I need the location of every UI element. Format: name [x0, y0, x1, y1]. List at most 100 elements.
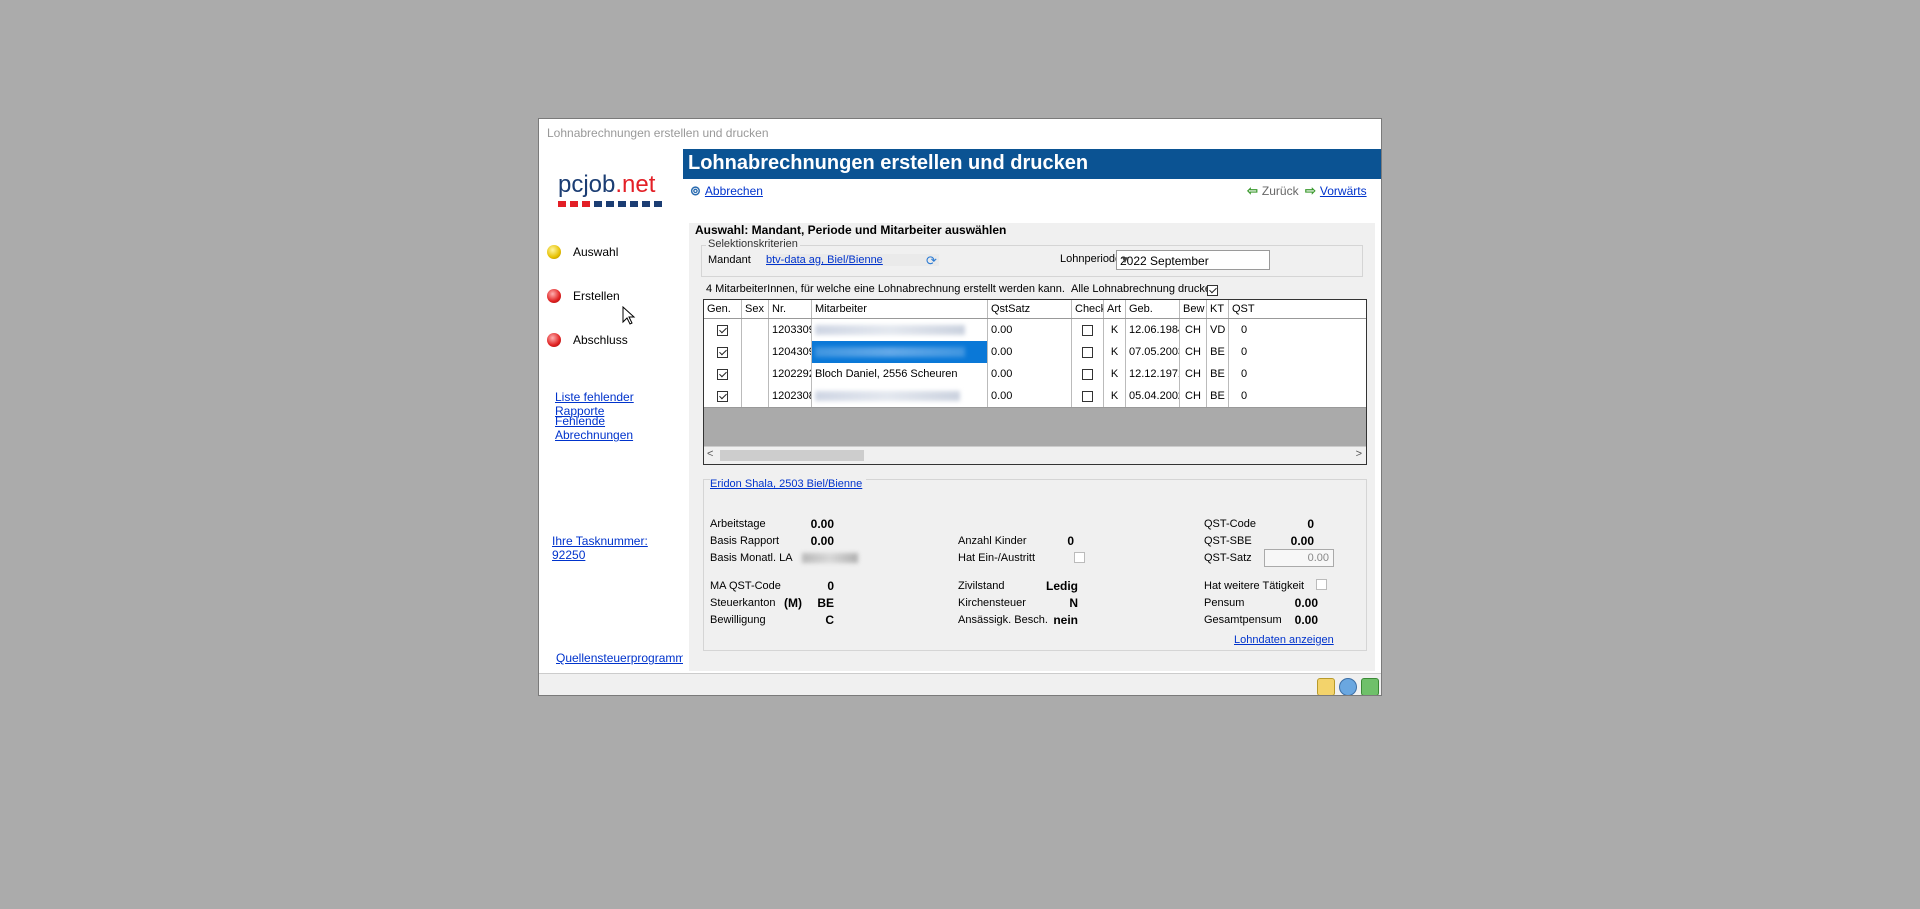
check-cell — [1072, 319, 1104, 341]
scroll-right-icon[interactable]: > — [1356, 448, 1362, 460]
col-header-kt[interactable]: KT — [1207, 300, 1229, 318]
nr-cell: 1202292 — [769, 363, 812, 385]
check-cell — [1072, 341, 1104, 363]
back-label: Zurück — [1261, 184, 1299, 198]
geb-cell: 12.12.1971 — [1126, 363, 1180, 385]
sex-cell — [742, 341, 769, 363]
col-header-bew[interactable]: Bew — [1180, 300, 1207, 318]
page-title: Lohnabrechnungen erstellen und drucken — [688, 152, 1089, 174]
check-checkbox[interactable] — [1082, 368, 1093, 380]
qst-cell: 0 — [1240, 368, 1248, 380]
col-header-check[interactable]: Check — [1072, 300, 1104, 318]
col-header-art[interactable]: Art — [1104, 300, 1126, 318]
check-cell — [1072, 385, 1104, 407]
gen-checkbox[interactable] — [717, 324, 728, 336]
gen-checkbox[interactable] — [717, 390, 728, 402]
step-label: Abschluss — [573, 333, 628, 347]
arbeitstage-value: 0.00 — [810, 517, 834, 531]
table-row[interactable]: 1202292 Bloch Daniel, 2556 Scheuren 0.00… — [704, 363, 1366, 386]
export-icon[interactable] — [1361, 678, 1379, 695]
anzahl-kinder-label: Anzahl Kinder — [958, 535, 1027, 547]
geb-cell: 05.04.2002 — [1126, 385, 1180, 407]
step-label: Erstellen — [573, 289, 620, 303]
missing-payrolls-link[interactable]: Fehlende Abrechnungen — [555, 414, 683, 442]
check-checkbox[interactable] — [1082, 390, 1093, 402]
qstsatz-cell: 0.00 — [988, 385, 1072, 407]
gen-checkbox-cell[interactable] — [704, 385, 742, 407]
scroll-left-icon[interactable]: < — [707, 448, 713, 460]
selection-legend: Selektionskriterien — [706, 238, 800, 250]
ma-qst-code-value: 0 — [827, 579, 834, 593]
kt-cell: BE — [1207, 385, 1229, 407]
check-checkbox[interactable] — [1082, 324, 1093, 336]
art-cell: K — [1104, 363, 1126, 385]
basis-monatl-label: Basis Monatl. LA — [710, 552, 793, 564]
table-row[interactable]: 1203309 0.00 K 12.06.1984 CH VD 0 — [704, 319, 1366, 342]
print-all-checkbox[interactable] — [1207, 285, 1218, 297]
cancel-icon: ⊚ — [690, 183, 701, 198]
user-icon[interactable] — [1339, 678, 1357, 695]
horizontal-scrollbar[interactable]: < > — [704, 446, 1366, 464]
period-label: Lohnperiode — [1060, 253, 1122, 265]
col-header-nr[interactable]: Nr. — [769, 300, 812, 318]
check-checkbox[interactable] — [1082, 346, 1093, 358]
table-row[interactable]: 1202308 0.00 K 05.04.2002 CH BE 0 — [704, 385, 1366, 408]
col-header-geb[interactable]: Geb. — [1126, 300, 1180, 318]
show-payroll-link[interactable]: Lohndaten anzeigen — [1234, 634, 1334, 646]
refresh-icon[interactable]: ⟳ — [926, 253, 937, 269]
bew-cell: CH — [1180, 341, 1207, 363]
bewilligung-label: Bewilligung — [710, 614, 766, 626]
name-cell: Bloch Daniel, 2556 Scheuren — [812, 363, 988, 385]
selection-panel: Auswahl: Mandant, Periode und Mitarbeite… — [689, 223, 1375, 671]
step-auswahl[interactable]: Auswahl — [547, 245, 618, 259]
nr-cell: 1204309 — [769, 341, 812, 363]
gen-checkbox-cell[interactable] — [704, 341, 742, 363]
withholding-program-link[interactable]: Quellensteuerprogramm — [556, 651, 685, 665]
page-header: Lohnabrechnungen erstellen und drucken — [683, 149, 1381, 179]
gen-checkbox[interactable] — [717, 346, 728, 358]
status-dot-icon — [547, 333, 561, 347]
bewilligung-value: C — [825, 613, 834, 627]
qst-code-value: 0 — [1307, 517, 1314, 531]
redacted-name — [815, 391, 960, 402]
scrollbar-thumb[interactable] — [720, 450, 864, 461]
col-header-qst[interactable]: QST — [1229, 300, 1259, 318]
col-header-qstsatz[interactable]: QstSatz — [988, 300, 1072, 318]
qst-code-label: QST-Code — [1204, 518, 1256, 530]
step-abschluss[interactable]: Abschluss — [547, 333, 628, 347]
art-cell: K — [1104, 319, 1126, 341]
status-bar — [539, 673, 1381, 695]
qstsatz-cell: 0.00 — [988, 341, 1072, 363]
col-header-mitarbeiter[interactable]: Mitarbeiter — [812, 300, 988, 318]
qst-satz-field[interactable]: 0.00 — [1264, 549, 1334, 567]
col-header-gen[interactable]: Gen. — [704, 300, 742, 318]
employee-link[interactable]: Eridon Shala, 2503 Biel/Bienne — [710, 478, 867, 490]
task-number-link[interactable]: Ihre Tasknummer: 92250 — [552, 534, 683, 562]
forward-button[interactable]: ⇨ Vorwärts — [1305, 183, 1367, 199]
step-erstellen[interactable]: Erstellen — [547, 289, 620, 303]
check-cell — [1072, 363, 1104, 385]
note-icon[interactable] — [1317, 678, 1335, 695]
basis-rapport-value: 0.00 — [810, 534, 834, 548]
col-header-sex[interactable]: Sex — [742, 300, 769, 318]
pcjob-logo: pcjob.net — [558, 171, 662, 207]
window-title: Lohnabrechnungen erstellen und drucken — [547, 126, 769, 140]
window-titlebar: Lohnabrechnungen erstellen und drucken — [539, 119, 1381, 149]
gen-checkbox[interactable] — [717, 368, 728, 380]
table-row-selected[interactable]: 1204309 0.00 K 07.05.2003 CH BE 0 — [704, 341, 1366, 364]
section-title: Auswahl: Mandant, Periode und Mitarbeite… — [695, 223, 1007, 237]
steuerkanton-label: Steuerkanton — [710, 597, 776, 609]
anzahl-kinder-value: 0 — [1067, 534, 1074, 548]
kt-cell: BE — [1207, 363, 1229, 385]
cancel-button[interactable]: ⊚ Abbrechen — [690, 183, 763, 199]
steuerkanton-prefix: (M) — [784, 596, 802, 610]
gen-checkbox-cell[interactable] — [704, 319, 742, 341]
back-button[interactable]: ⇦ Zurück — [1247, 183, 1299, 199]
mandant-link[interactable]: btv-data ag, Biel/Bienne — [766, 254, 939, 266]
qst-cell: 0 — [1240, 390, 1248, 402]
gen-checkbox-cell[interactable] — [704, 363, 742, 385]
steuerkanton-value: BE — [817, 596, 834, 610]
grid-header: Gen. Sex Nr. Mitarbeiter QstSatz Check A… — [704, 300, 1366, 319]
period-select[interactable]: 2022 September ▼ — [1116, 250, 1270, 270]
hat-ein-austritt-label: Hat Ein-/Austritt — [958, 552, 1036, 564]
